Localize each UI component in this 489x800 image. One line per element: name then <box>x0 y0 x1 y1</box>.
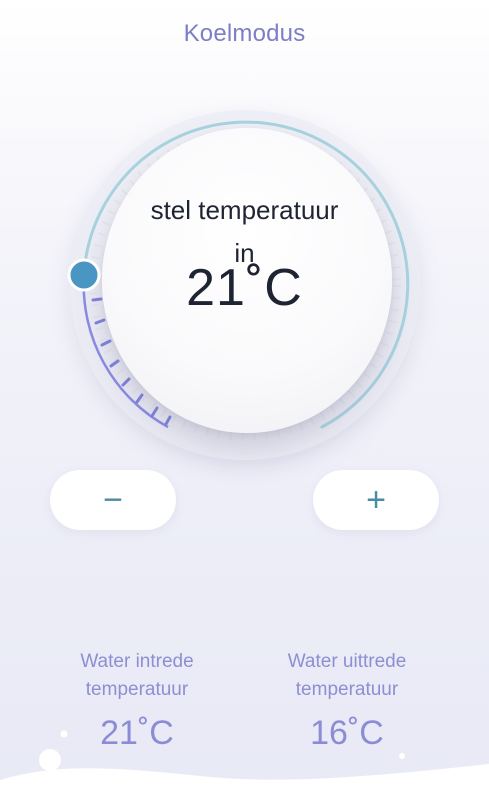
water-inlet-label-line2: temperatuur <box>85 679 189 700</box>
setpoint-temperature: 21˚C <box>186 259 303 317</box>
water-inlet-label-line1: Water intrede <box>80 651 194 672</box>
temperature-dial[interactable]: stel temperatuur in 21˚C <box>0 0 489 480</box>
bubble-large <box>39 749 61 771</box>
set-temperature-label: stel temperatuur <box>150 195 339 225</box>
bubble-medium-right <box>394 780 402 788</box>
bubble-small <box>60 730 68 738</box>
bubble-small-right <box>399 753 405 759</box>
water-outlet-label-line2: temperatuur <box>295 679 399 700</box>
decrease-temperature-button[interactable]: − <box>50 470 176 530</box>
bottom-wave-decoration <box>0 730 489 800</box>
increase-temperature-button[interactable]: + <box>313 470 439 530</box>
water-outlet-label-line1: Water uittrede <box>287 651 407 672</box>
plus-icon: + <box>366 480 386 519</box>
minus-icon: − <box>103 480 123 519</box>
